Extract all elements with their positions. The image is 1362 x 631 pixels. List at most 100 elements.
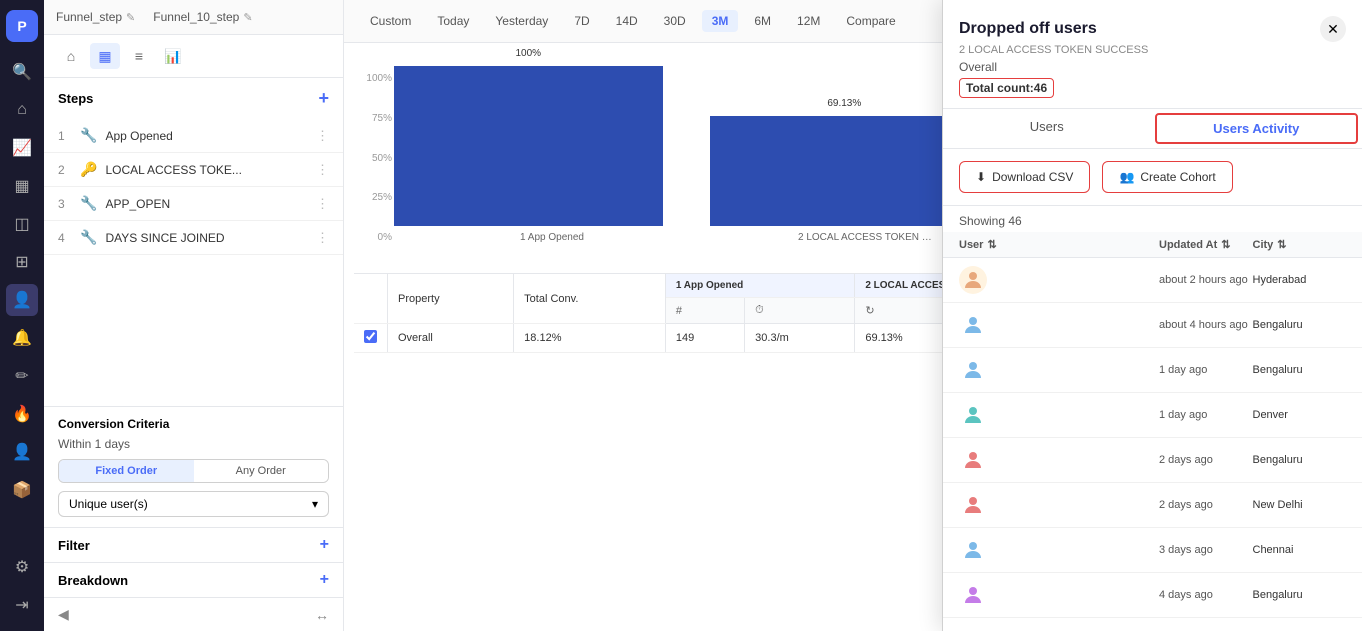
breakdown-add-icon[interactable]: +	[320, 571, 329, 589]
user-time-6: 3 days ago	[1159, 544, 1253, 556]
filter-section: Filter +	[44, 527, 343, 562]
user-time-1: about 4 hours ago	[1159, 319, 1253, 331]
step-more-3[interactable]: ⋮	[316, 196, 329, 212]
collapse-icon[interactable]: ◀	[58, 606, 69, 623]
view-icon-bar-chart[interactable]: 📊	[158, 43, 188, 69]
user-row-8[interactable]: 7 days ago Addis Ababa	[943, 618, 1362, 631]
sidebar-icon-bell[interactable]: 🔔	[6, 322, 38, 354]
user-table-header: User ⇅ Updated At ⇅ City ⇅	[943, 232, 1362, 258]
row-total-conv: 18.12%	[514, 324, 666, 353]
time-btn-custom[interactable]: Custom	[360, 10, 421, 32]
user-avatar-7	[959, 581, 987, 609]
updated-at-sort-icon[interactable]: ⇅	[1221, 238, 1230, 251]
city-sort-icon[interactable]: ⇅	[1277, 238, 1286, 251]
sidebar-icon-people[interactable]: 👤	[6, 284, 38, 316]
panel-tab-users[interactable]: Users	[943, 109, 1151, 148]
create-cohort-button[interactable]: 👥 Create Cohort	[1102, 161, 1232, 193]
time-btn-yesterday[interactable]: Yesterday	[485, 10, 558, 32]
download-icon: ⬇	[976, 170, 986, 184]
panel-header: Dropped off users ✕ 2 LOCAL ACCESS TOKEN…	[943, 0, 1362, 109]
time-btn-3m[interactable]: 3M	[702, 10, 739, 32]
app-logo[interactable]: P	[6, 10, 38, 42]
user-row-3[interactable]: 1 day ago Denver	[943, 393, 1362, 438]
panel-close-button[interactable]: ✕	[1320, 16, 1346, 42]
download-csv-button[interactable]: ⬇ Download CSV	[959, 161, 1090, 193]
step-item-4[interactable]: 4 🔧 DAYS SINCE JOINED ⋮	[44, 221, 343, 255]
user-row-0[interactable]: about 2 hours ago Hyderabad	[943, 258, 1362, 303]
expand-icon[interactable]: ↔	[315, 607, 329, 623]
time-btn-30d[interactable]: 30D	[654, 10, 696, 32]
step-more-4[interactable]: ⋮	[316, 230, 329, 246]
funnel-tab-2[interactable]: Funnel_10_step ✎	[153, 10, 252, 24]
bar-2[interactable]: 69.13%	[710, 116, 979, 226]
sidebar-icon-activity[interactable]: 📈	[6, 132, 38, 164]
col-group-1: 1 App Opened	[665, 274, 855, 298]
sidebar-icon-edit[interactable]: ✏	[6, 360, 38, 392]
user-row-6[interactable]: 3 days ago Chennai	[943, 528, 1362, 573]
panel-overall-label: Overall	[959, 60, 1346, 74]
sidebar-icon-person[interactable]: 👤	[6, 436, 38, 468]
sidebar-icon-layers[interactable]: ◫	[6, 208, 38, 240]
user-row-1[interactable]: about 4 hours ago Bengaluru	[943, 303, 1362, 348]
user-row-5[interactable]: 2 days ago New Delhi	[943, 483, 1362, 528]
step-item-2[interactable]: 2 🔑 LOCAL ACCESS TOKE... ⋮	[44, 153, 343, 187]
sidebar-icon-table[interactable]: ▦	[6, 170, 38, 202]
any-order-btn[interactable]: Any Order	[194, 460, 329, 482]
user-list: about 2 hours ago Hyderabad about 4 hour…	[943, 258, 1362, 631]
user-city-4: Bengaluru	[1253, 454, 1347, 466]
step-more-2[interactable]: ⋮	[316, 162, 329, 178]
time-btn-today[interactable]: Today	[427, 10, 479, 32]
sidebar-icon-box[interactable]: 📦	[6, 474, 38, 506]
user-city-7: Bengaluru	[1253, 589, 1347, 601]
user-city-6: Chennai	[1253, 544, 1347, 556]
funnel-tab-1[interactable]: Funnel_step ✎	[56, 10, 135, 24]
unique-users-select[interactable]: Unique user(s) ▾	[58, 491, 329, 517]
time-btn-7d[interactable]: 7D	[564, 10, 599, 32]
steps-add-icon[interactable]: +	[318, 88, 329, 109]
sidebar-icon-search[interactable]: 🔍	[6, 56, 38, 88]
panel-tab-users-activity[interactable]: Users Activity	[1155, 113, 1359, 144]
dropped-off-panel: Dropped off users ✕ 2 LOCAL ACCESS TOKEN…	[942, 0, 1362, 631]
funnel-tab-1-label: Funnel_step	[56, 10, 122, 24]
sidebar-icon-gear[interactable]: ⚙	[6, 551, 38, 583]
user-city-1: Bengaluru	[1253, 319, 1347, 331]
view-icon-list[interactable]: ≡	[124, 43, 154, 69]
filter-add-icon[interactable]: +	[320, 536, 329, 554]
col-time-1: ⏱	[745, 298, 855, 324]
funnel-tab-2-edit-icon[interactable]: ✎	[243, 11, 252, 24]
panel-tab-bar: Users Users Activity	[943, 109, 1362, 149]
property-header: Property	[388, 274, 514, 324]
panel-title-text: Dropped off users	[959, 20, 1097, 38]
user-sort-icon[interactable]: ⇅	[987, 238, 996, 251]
time-btn-12m[interactable]: 12M	[787, 10, 830, 32]
funnel-tab-2-label: Funnel_10_step	[153, 10, 239, 24]
user-avatar-0	[959, 266, 987, 294]
sidebar-icon-grid[interactable]: ⊞	[6, 246, 38, 278]
step-icon-4: 🔧	[80, 229, 97, 246]
view-icon-chart[interactable]: ▦	[90, 43, 120, 69]
user-row-2[interactable]: 1 day ago Bengaluru	[943, 348, 1362, 393]
step-item-1[interactable]: 1 🔧 App Opened ⋮	[44, 119, 343, 153]
row-checkbox[interactable]	[354, 324, 388, 353]
funnel-tab-1-edit-icon[interactable]: ✎	[126, 11, 135, 24]
user-row-7[interactable]: 4 days ago Bengaluru	[943, 573, 1362, 618]
sidebar-icon-home[interactable]: ⌂	[6, 94, 38, 126]
view-icon-home[interactable]: ⌂	[56, 43, 86, 69]
user-time-3: 1 day ago	[1159, 409, 1253, 421]
user-row-4[interactable]: 2 days ago Bengaluru	[943, 438, 1362, 483]
step-more-1[interactable]: ⋮	[316, 128, 329, 144]
step-icon-2: 🔑	[80, 161, 97, 178]
sidebar-icon-fire[interactable]: 🔥	[6, 398, 38, 430]
step-num-2: 2	[58, 163, 72, 177]
create-cohort-label: Create Cohort	[1140, 170, 1215, 184]
step-icon-3: 🔧	[80, 195, 97, 212]
time-btn-compare[interactable]: Compare	[836, 10, 905, 32]
user-cell-4	[959, 446, 1159, 474]
time-btn-6m[interactable]: 6M	[744, 10, 781, 32]
bar-1[interactable]: 100%	[394, 66, 663, 226]
user-time-2: 1 day ago	[1159, 364, 1253, 376]
time-btn-14d[interactable]: 14D	[606, 10, 648, 32]
step-item-3[interactable]: 3 🔧 APP_OPEN ⋮	[44, 187, 343, 221]
sidebar-icon-flag[interactable]: ⇥	[6, 589, 38, 621]
fixed-order-btn[interactable]: Fixed Order	[59, 460, 194, 482]
